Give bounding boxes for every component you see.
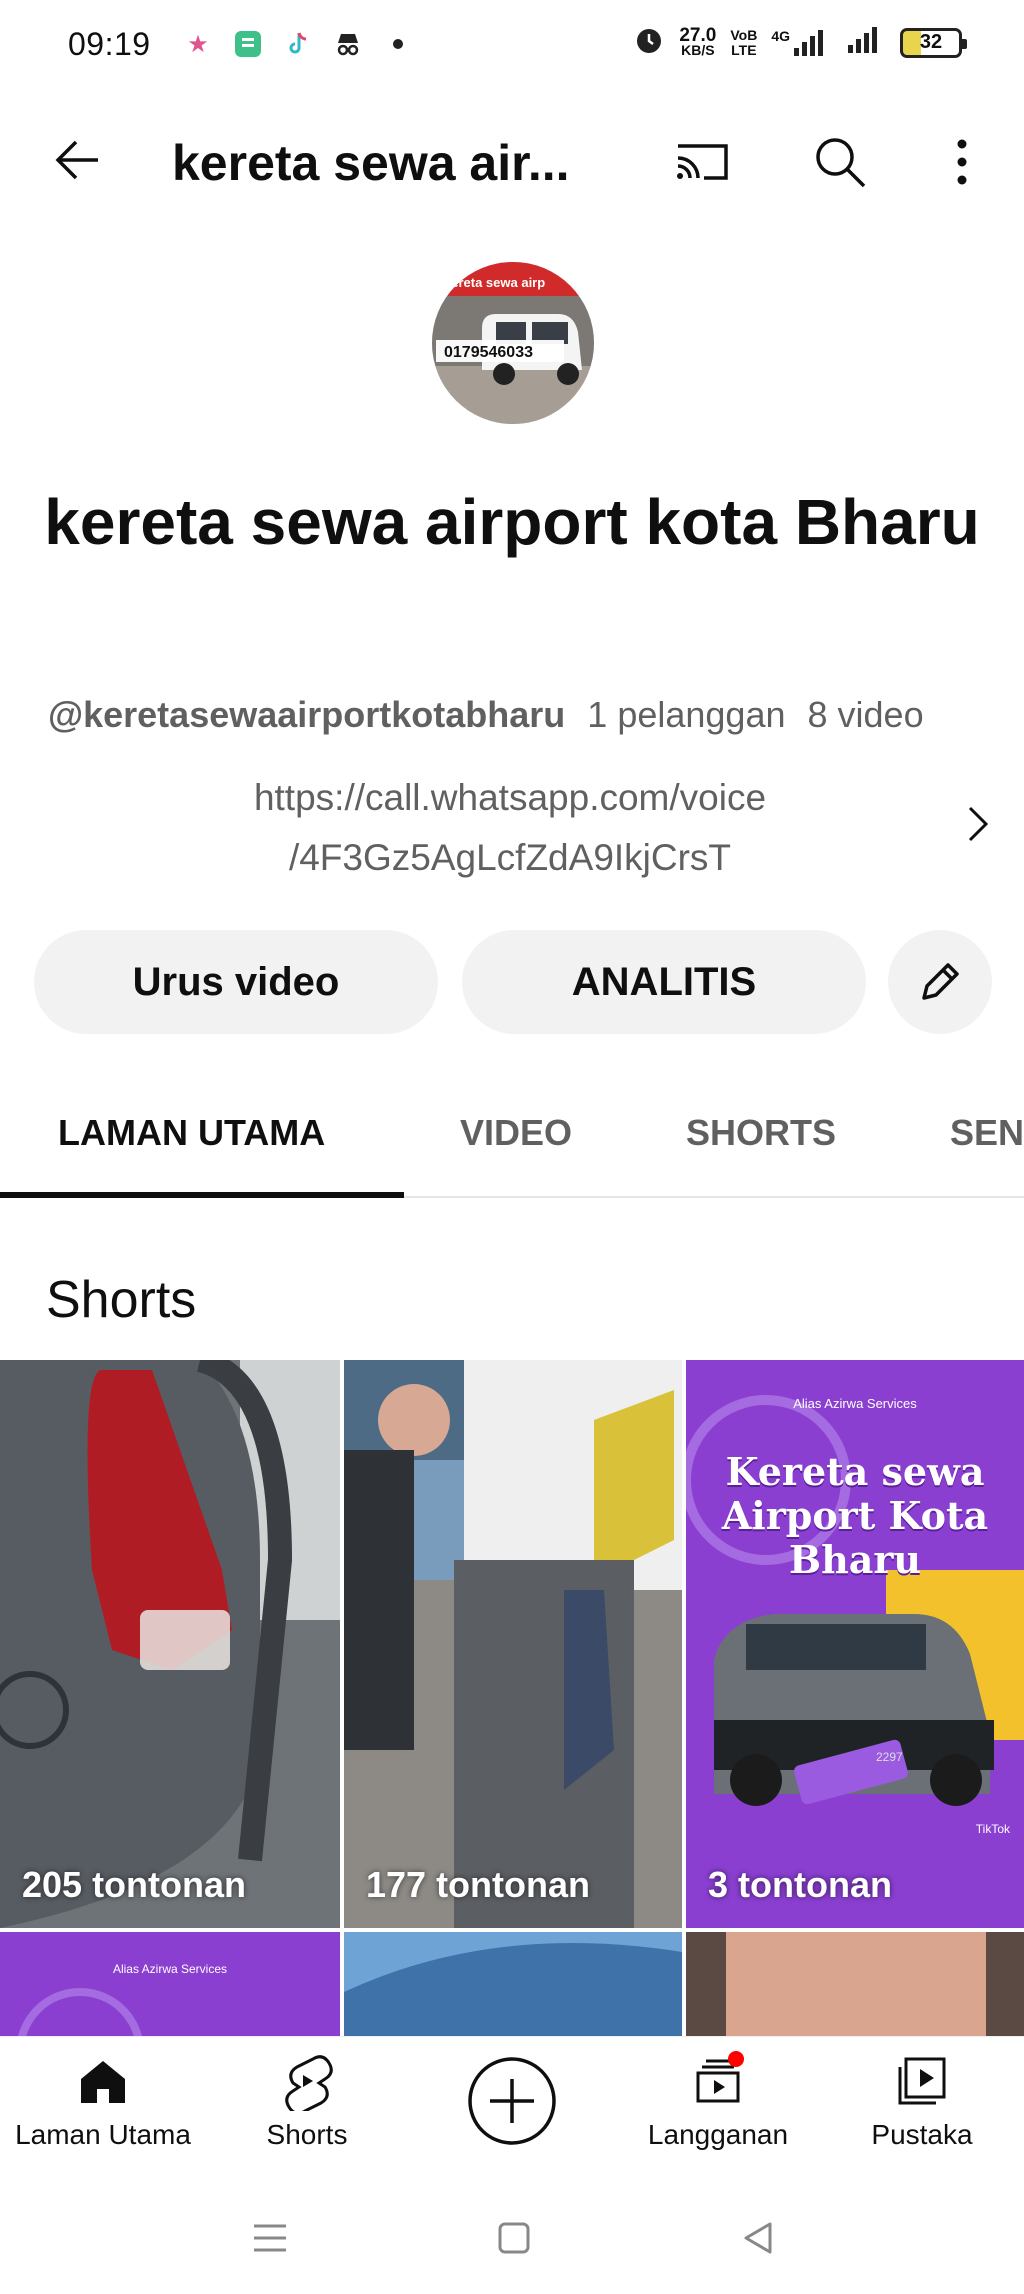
more-options-button[interactable] [936, 130, 988, 194]
channel-meta: @keretasewaairportkotabharu 1 pelanggan … [48, 694, 988, 736]
about-chevron-button[interactable] [962, 800, 994, 848]
promo-brand: Alias Azirwa Services [793, 1396, 917, 1411]
back-button[interactable] [48, 130, 108, 190]
battery-icon: 32 [900, 27, 967, 58]
library-icon [898, 2057, 946, 2105]
net-speed-value: 27.0 [679, 24, 717, 46]
back-triangle-icon[interactable] [736, 2216, 780, 2260]
short-views: 3 tontonan [708, 1864, 892, 1905]
nav-library[interactable]: Pustaka [822, 2051, 1022, 2151]
active-tab-indicator [0, 1192, 404, 1198]
channel-link[interactable]: https://call.whatsapp.com/voice /4F3Gz5A… [140, 768, 880, 888]
nav-home[interactable]: Laman Utama [3, 2051, 203, 2151]
analytics-button[interactable]: ANALITIS [462, 930, 866, 1034]
status-right: 27.0 KB/S VoB LTE 4G 32 [633, 24, 967, 61]
channel-link-line2: /4F3Gz5AgLcfZdA9IkjCrsT [288, 837, 732, 878]
home-square-icon[interactable] [492, 2216, 536, 2260]
star-app-icon: ★ [187, 30, 209, 58]
short-image-person [344, 1360, 682, 1928]
subscriptions-icon [696, 2051, 744, 2103]
volte-indicator: VoB LTE [730, 26, 758, 58]
net-speed-unit: KB/S [681, 41, 715, 58]
nav-subscriptions-label: Langganan [647, 2119, 789, 2150]
tab-home[interactable]: LAMAN UTAMA [58, 1112, 325, 1154]
create-button[interactable] [466, 2055, 558, 2147]
volte-bottom: LTE [731, 41, 757, 58]
short-image-promo [686, 1360, 1024, 1928]
shorts-grid: 205 tontonan 177 tontonan Alias Azirwa S… [0, 1360, 1024, 2036]
nav-library-label: Pustaka [871, 2119, 973, 2150]
notification-icons: ★ [182, 28, 414, 60]
promo-headline: Kereta sewa Airport Kota Bharu [721, 1449, 989, 1582]
promo-tiktok-watermark: TikTok [975, 1822, 1010, 1836]
avatar-image: kereta sewa airp 0179546033 [432, 262, 594, 424]
short-thumbnail[interactable] [686, 1932, 1024, 2036]
short-views: 177 tontonan [366, 1864, 591, 1905]
shorts-icon [285, 2055, 333, 2111]
avatar-phone-text: 0179546033 [444, 344, 533, 361]
dot-icon [382, 28, 414, 60]
short-image-person-2 [686, 1932, 1024, 2036]
edit-channel-button[interactable] [888, 930, 992, 1034]
bottom-navigation: Laman Utama Shorts Langganan Pustaka [0, 2036, 1024, 2180]
search-icon [816, 138, 866, 188]
signal-icon [846, 25, 886, 60]
status-bar: 09:19 ★ 27.0 KB/S VoB LTE 4G 32 [0, 0, 1024, 92]
chevron-right-icon [968, 806, 989, 842]
alarm-icon [633, 24, 665, 61]
subscriber-count: 1 pelanggan [587, 694, 786, 735]
channel-tabs: LAMAN UTAMA VIDEO SHORTS SEN [0, 1090, 1024, 1198]
short-image-car-roof [344, 1932, 682, 2036]
more-vert-icon [957, 139, 967, 185]
short-thumbnail[interactable]: Alias Azirwa Services [0, 1932, 340, 2036]
status-time: 09:19 [68, 26, 151, 62]
incognito-icon [332, 28, 364, 60]
short-thumbnail[interactable]: 205 tontonan [0, 1360, 340, 1928]
nav-subscriptions[interactable]: Langganan [618, 2051, 818, 2151]
channel-avatar[interactable]: kereta sewa airp 0179546033 [432, 262, 594, 424]
nav-shorts[interactable]: Shorts [207, 2051, 407, 2151]
cast-button[interactable] [670, 132, 734, 192]
channel-link-line1: https://call.whatsapp.com/voice [253, 777, 767, 818]
network-type: 4G [771, 27, 790, 44]
nav-shorts-label: Shorts [266, 2119, 348, 2150]
video-count: 8 video [807, 694, 924, 735]
avatar-banner-text: kereta sewa airp [444, 275, 545, 290]
tab-shorts[interactable]: SHORTS [686, 1112, 836, 1154]
app-bar: kereta sewa air... [0, 110, 1024, 210]
short-thumbnail[interactable]: Alias Azirwa Services Kereta sewa Airpor… [686, 1360, 1024, 1928]
signal-4g-icon: 4G [771, 28, 832, 58]
add-circle-icon [468, 2057, 556, 2145]
arrow-back-icon [55, 140, 98, 180]
system-navigation [0, 2180, 1024, 2294]
menu-icon[interactable] [248, 2216, 292, 2260]
channel-name: kereta sewa airport kota Bharu [44, 486, 980, 558]
battery-level: 32 [919, 31, 943, 53]
volte-top: VoB [730, 26, 758, 43]
search-button[interactable] [808, 130, 872, 194]
cast-icon [677, 144, 728, 180]
home-icon [81, 2061, 125, 2103]
short-thumbnail[interactable]: 177 tontonan [344, 1360, 682, 1928]
short-image-car-taillight [0, 1360, 340, 1928]
short-thumbnail[interactable] [344, 1932, 682, 2036]
nav-home-label: Laman Utama [15, 2119, 191, 2150]
app-bar-title: kereta sewa air... [172, 135, 570, 191]
tab-video[interactable]: VIDEO [460, 1112, 572, 1154]
tab-more[interactable]: SEN [950, 1112, 1024, 1154]
shorts-section-title: Shorts [46, 1271, 197, 1329]
green-app-icon [232, 28, 264, 60]
promo-plate: 2297 [876, 1750, 903, 1764]
channel-handle: @keretasewaairportkotabharu [48, 694, 566, 735]
short-views: 205 tontonan [22, 1864, 247, 1905]
net-speed: 27.0 KB/S [679, 24, 717, 58]
tiktok-icon [282, 28, 314, 60]
manage-videos-button[interactable]: Urus video [34, 930, 438, 1034]
short-image-promo-2 [18, 1988, 142, 2036]
pencil-icon [922, 963, 959, 1000]
